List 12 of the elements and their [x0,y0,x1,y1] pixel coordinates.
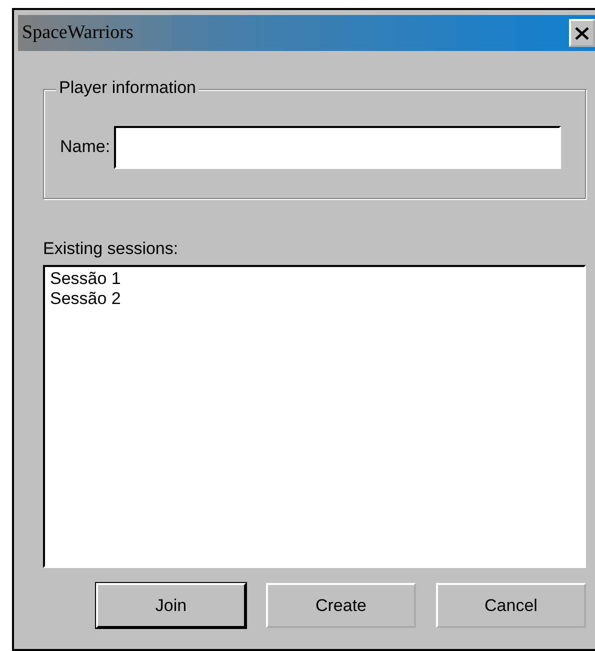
name-label: Name: [60,137,110,157]
dialog-button[interactable]: Cancel [436,583,586,628]
name-input-field[interactable] [114,126,561,168]
dialog-button[interactable]: Join [96,583,246,628]
session-item[interactable]: Sessão 2 [49,289,122,309]
group-legend: Player information [56,78,200,98]
dialog-button[interactable]: Create [266,583,416,628]
window-title: SpaceWarriors [21,22,134,44]
close-icon [575,26,589,40]
close-button[interactable] [569,19,595,47]
session-item[interactable]: Sessão 1 [49,269,122,289]
sessions-label: Existing sessions: [43,239,180,259]
